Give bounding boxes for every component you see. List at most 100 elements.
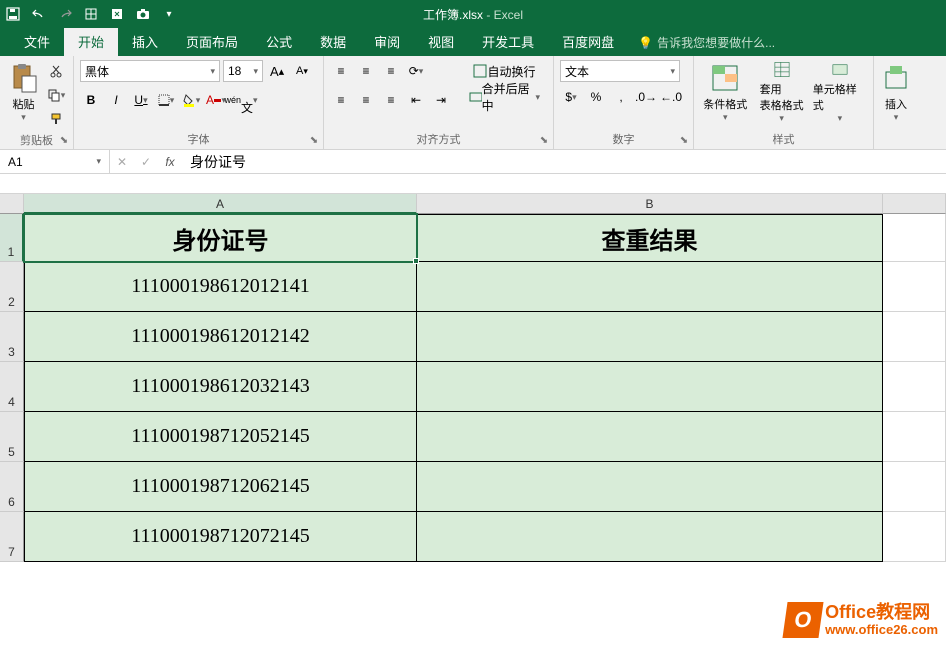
orientation-button[interactable]: ⟳▾ [405,60,427,82]
cell[interactable]: 111000198712052145 [24,412,417,462]
tab-insert[interactable]: 插入 [118,27,172,56]
insert-cells-button[interactable]: 插入▾ [880,60,912,124]
font-name-value: 黑体 [85,63,109,80]
qat-item-icon[interactable] [82,5,100,23]
increase-decimal-button[interactable]: .0→ [635,86,657,108]
cell[interactable] [883,362,946,412]
number-format-select[interactable]: 文本▾ [560,60,680,82]
currency-button[interactable]: $▾ [560,86,582,108]
tab-view[interactable]: 视图 [414,27,468,56]
save-icon[interactable] [4,5,22,23]
camera-icon[interactable] [134,5,152,23]
increase-indent-button[interactable]: ⇥ [430,89,452,111]
row-header[interactable]: 7 [0,512,24,562]
copy-button[interactable]: ▾ [45,84,67,106]
qat-customize-icon[interactable]: ▾ [160,5,178,23]
cell[interactable] [883,512,946,562]
cell[interactable] [417,412,883,462]
col-header-c[interactable] [883,194,946,214]
cell[interactable] [417,262,883,312]
font-size-select[interactable]: 18▾ [223,60,263,82]
format-as-table-button[interactable]: 套用 表格格式▾ [755,60,809,124]
dialog-launcher-icon[interactable]: ⬊ [57,133,71,147]
decrease-font-button[interactable]: A▾ [291,60,313,82]
tab-baidu[interactable]: 百度网盘 [548,27,628,56]
cell[interactable] [417,462,883,512]
align-bottom-button[interactable]: ≡ [380,60,402,82]
wrap-label: 自动换行 [487,63,535,80]
cell[interactable]: 111000198612032143 [24,362,417,412]
group-number: 文本▾ $▾ % , .0→ ←.0 数字 ⬊ [554,56,694,149]
italic-button[interactable]: I [105,89,127,111]
align-right-button[interactable]: ≡ [380,89,402,111]
cell-b1[interactable]: 查重结果 [417,214,883,262]
undo-icon[interactable] [30,5,48,23]
cell[interactable] [417,512,883,562]
confirm-formula-button[interactable]: ✓ [134,155,158,169]
decrease-indent-button[interactable]: ⇤ [405,89,427,111]
select-all-button[interactable] [0,194,24,214]
cell[interactable]: 111000198712062145 [24,462,417,512]
align-top-button[interactable]: ≡ [330,60,352,82]
cell[interactable] [417,362,883,412]
cut-button[interactable] [45,60,67,82]
group-label: 数字 [560,129,687,147]
tab-data[interactable]: 数据 [306,27,360,56]
paste-button[interactable]: 粘贴▾ [6,60,41,124]
conditional-format-button[interactable]: 条件格式▾ [700,60,751,124]
ribbon-tabs: 文件 开始 插入 页面布局 公式 数据 审阅 视图 开发工具 百度网盘 💡告诉我… [0,28,946,56]
cell-styles-button[interactable]: 单元格样式▾ [813,60,867,124]
row-header[interactable]: 5 [0,412,24,462]
align-middle-button[interactable]: ≡ [355,60,377,82]
col-header-b[interactable]: B [417,194,883,214]
row-header[interactable]: 6 [0,462,24,512]
tab-formulas[interactable]: 公式 [252,27,306,56]
tell-me-search[interactable]: 💡告诉我您想要做什么... [628,29,785,56]
wrap-text-button[interactable]: 自动换行 [462,60,547,82]
cell[interactable] [417,312,883,362]
dialog-launcher-icon[interactable]: ⬊ [677,133,691,147]
cell[interactable]: 111000198712072145 [24,512,417,562]
tab-home[interactable]: 开始 [64,27,118,56]
increase-font-button[interactable]: A▴ [266,60,288,82]
name-box[interactable]: A1▾ [0,150,110,173]
underline-button[interactable]: U▾ [130,89,152,111]
cell[interactable] [883,412,946,462]
row-header[interactable]: 3 [0,312,24,362]
bold-button[interactable]: B [80,89,102,111]
fill-color-button[interactable]: ▾ [180,89,202,111]
tab-developer[interactable]: 开发工具 [468,27,548,56]
col-header-a[interactable]: A [24,194,417,214]
fx-button[interactable]: fx [158,155,182,169]
cell[interactable] [883,262,946,312]
dialog-launcher-icon[interactable]: ⬊ [537,133,551,147]
font-name-select[interactable]: 黑体▾ [80,60,220,82]
cell[interactable] [883,462,946,512]
qat-item-icon[interactable] [108,5,126,23]
decrease-decimal-button[interactable]: ←.0 [660,86,682,108]
align-left-button[interactable]: ≡ [330,89,352,111]
cancel-formula-button[interactable]: ✕ [110,155,134,169]
border-button[interactable]: ▾ [155,89,177,111]
dialog-launcher-icon[interactable]: ⬊ [307,133,321,147]
redo-icon[interactable] [56,5,74,23]
percent-button[interactable]: % [585,86,607,108]
fill-handle[interactable] [413,258,419,264]
tab-page-layout[interactable]: 页面布局 [172,27,252,56]
cell[interactable]: 111000198612012141 [24,262,417,312]
row-header[interactable]: 1 [0,214,24,262]
comma-button[interactable]: , [610,86,632,108]
row-header[interactable]: 4 [0,362,24,412]
align-center-button[interactable]: ≡ [355,89,377,111]
cell[interactable] [883,312,946,362]
cell[interactable] [883,214,946,262]
tab-review[interactable]: 审阅 [360,27,414,56]
tab-file[interactable]: 文件 [10,27,64,56]
merge-center-button[interactable]: 合并后居中 ▾ [462,86,547,108]
cell[interactable]: 111000198612012142 [24,312,417,362]
row-header[interactable]: 2 [0,262,24,312]
formula-input[interactable]: 身份证号 [182,152,946,172]
phonetic-button[interactable]: wén文▾ [230,89,252,111]
cell-a1[interactable]: 身份证号 [24,214,417,262]
format-painter-button[interactable] [45,108,67,130]
